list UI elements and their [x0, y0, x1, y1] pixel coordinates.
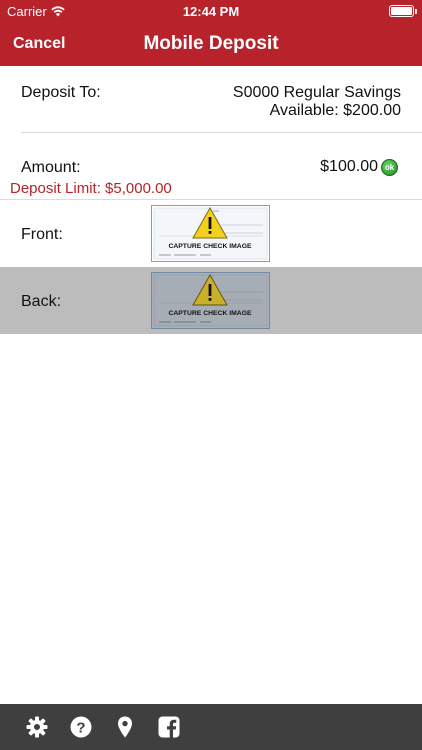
status-time: 12:44 PM — [182, 4, 240, 19]
help-icon[interactable]: ? — [70, 716, 92, 738]
deposit-account: S0000 Regular Savings Available: $200.00 — [233, 84, 401, 120]
back-image-row[interactable]: Back: CAPTURE CHECK IMAGE — [0, 267, 422, 334]
account-available: Available: $200.00 — [269, 102, 401, 119]
deposit-to-row[interactable]: Deposit To: S0000 Regular Savings Availa… — [0, 66, 422, 134]
location-pin-icon[interactable] — [114, 716, 136, 738]
deposit-limit: Deposit Limit: $5,000.00 — [10, 180, 172, 197]
front-label: Front: — [21, 226, 63, 243]
amount-row[interactable]: Amount: $100.00 ok Deposit Limit: $5,000… — [0, 134, 422, 200]
divider — [21, 132, 422, 133]
facebook-icon[interactable] — [158, 716, 180, 738]
front-image-row[interactable]: Front: CAPTURE CHECK IMAGE — [0, 200, 422, 267]
amount-value: $100.00 ok — [320, 158, 398, 176]
svg-text:?: ? — [76, 720, 85, 737]
account-name: S0000 Regular Savings — [232, 84, 401, 101]
ok-check-icon: ok — [381, 158, 398, 176]
back-label: Back: — [21, 293, 62, 310]
page-title: Mobile Deposit — [143, 33, 279, 54]
bottom-toolbar: ? — [0, 704, 422, 750]
capture-caption: CAPTURE CHECK IMAGE — [168, 243, 252, 250]
battery-icon — [389, 5, 417, 17]
gear-icon[interactable] — [26, 716, 48, 738]
amount-text: $100.00 — [320, 158, 378, 175]
capture-caption: CAPTURE CHECK IMAGE — [168, 310, 252, 317]
front-capture-check-image[interactable]: CAPTURE CHECK IMAGE — [151, 205, 270, 262]
amount-label: Amount: — [21, 159, 81, 176]
back-capture-check-image[interactable]: CAPTURE CHECK IMAGE — [151, 272, 270, 329]
nav-bar: Cancel Mobile Deposit — [0, 22, 422, 66]
status-bar: Carrier 12:44 PM — [0, 0, 422, 22]
deposit-to-label: Deposit To: — [21, 84, 101, 101]
